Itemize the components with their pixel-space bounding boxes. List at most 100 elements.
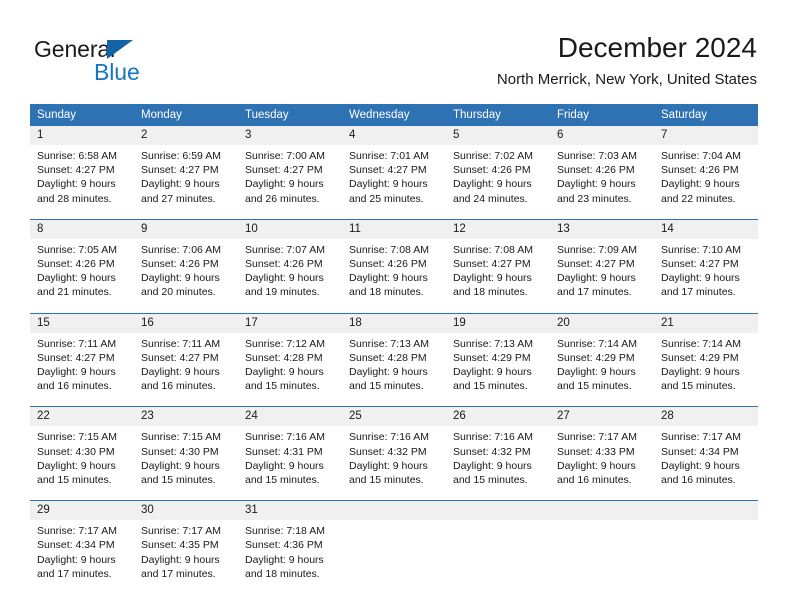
calendar-day-cell[interactable]: 14 Sunrise: 7:10 AM Sunset: 4:27 PM Dayligh… xyxy=(654,218,758,314)
calendar-day-cell[interactable]: 23 Sunrise: 7:15 AM Sunset: 4:30 PM Dayligh… xyxy=(134,406,238,501)
calendar-day-cell[interactable]: 4 Sunrise: 7:01 AM Sunset: 4:27 PM Daylight… xyxy=(342,126,446,219)
calendar-day-cell[interactable]: 25 Sunrise: 7:16 AM Sunset: 4:32 PM Dayligh… xyxy=(342,406,446,501)
day-number: 15 xyxy=(30,313,134,333)
daylight-duration-line1: Daylight: 9 hours xyxy=(141,553,220,566)
day-details: Sunrise: 7:18 AM Sunset: 4:36 PM Daylight:… xyxy=(238,520,342,595)
day-number: 14 xyxy=(654,219,758,239)
day-number: 22 xyxy=(30,407,134,427)
day-details: Sunrise: 7:05 AM Sunset: 4:26 PM Daylight:… xyxy=(30,238,134,313)
sunset-time: Sunset: 4:27 PM xyxy=(141,351,219,364)
daylight-duration-line2: and 15 minutes. xyxy=(141,474,216,487)
sunset-time: Sunset: 4:35 PM xyxy=(141,539,219,552)
calendar-day-cell[interactable]: 17 Sunrise: 7:12 AM Sunset: 4:28 PM Dayligh… xyxy=(238,312,342,407)
calendar-day-cell[interactable]: 7 Sunrise: 7:04 AM Sunset: 4:26 PM Daylight… xyxy=(654,126,758,219)
day-number: 26 xyxy=(446,407,550,427)
calendar-day-cell[interactable]: 12 Sunrise: 7:08 AM Sunset: 4:27 PM Dayligh… xyxy=(446,218,550,314)
calendar-day-cell[interactable]: 13 Sunrise: 7:09 AM Sunset: 4:27 PM Dayligh… xyxy=(550,218,654,314)
sunrise-time: Sunrise: 7:11 AM xyxy=(37,337,117,350)
daylight-duration-line2: and 15 minutes. xyxy=(557,380,632,393)
sunrise-time: Sunrise: 7:16 AM xyxy=(349,431,429,444)
calendar-day-cell-empty xyxy=(446,500,550,595)
sunset-time: Sunset: 4:27 PM xyxy=(37,351,115,364)
calendar-day-cell[interactable]: 28 Sunrise: 7:17 AM Sunset: 4:34 PM Dayligh… xyxy=(654,406,758,501)
calendar-day-cell[interactable]: 16 Sunrise: 7:11 AM Sunset: 4:27 PM Dayligh… xyxy=(134,312,238,407)
general-blue-logo[interactable]: General Blue xyxy=(34,36,204,86)
weekday-header-monday: Monday xyxy=(134,104,238,126)
sunset-time: Sunset: 4:27 PM xyxy=(37,164,115,177)
calendar-day-cell[interactable]: 30 Sunrise: 7:17 AM Sunset: 4:35 PM Dayligh… xyxy=(134,500,238,595)
sunrise-time: Sunrise: 6:59 AM xyxy=(141,150,221,162)
calendar-day-cell[interactable]: 27 Sunrise: 7:17 AM Sunset: 4:33 PM Dayligh… xyxy=(550,406,654,501)
sunrise-time: Sunrise: 7:07 AM xyxy=(245,243,325,256)
daylight-duration-line2: and 19 minutes. xyxy=(245,286,320,299)
sunrise-time: Sunrise: 6:58 AM xyxy=(37,150,117,162)
day-details: Sunrise: 7:10 AM Sunset: 4:27 PM Daylight:… xyxy=(654,238,758,313)
calendar-day-cell[interactable]: 29 Sunrise: 7:17 AM Sunset: 4:34 PM Dayligh… xyxy=(30,500,134,595)
calendar-day-cell[interactable]: 1 Sunrise: 6:58 AM Sunset: 4:27 PM Daylight… xyxy=(30,126,134,219)
daylight-duration-line2: and 15 minutes. xyxy=(245,474,320,487)
daylight-duration-line2: and 25 minutes. xyxy=(349,192,424,205)
weekday-header-sunday: Sunday xyxy=(30,104,134,126)
calendar-day-cell[interactable]: 10 Sunrise: 7:07 AM Sunset: 4:26 PM Dayligh… xyxy=(238,218,342,314)
calendar-day-cell[interactable]: 11 Sunrise: 7:08 AM Sunset: 4:26 PM Dayligh… xyxy=(342,218,446,314)
calendar-header-row: Sunday Monday Tuesday Wednesday Thursday Frid… xyxy=(30,104,758,126)
calendar-day-cell[interactable]: 31 Sunrise: 7:18 AM Sunset: 4:36 PM Dayligh… xyxy=(238,500,342,595)
day-details: Sunrise: 7:01 AM Sunset: 4:27 PM Daylight:… xyxy=(342,145,446,219)
day-details xyxy=(446,520,550,589)
sunset-time: Sunset: 4:31 PM xyxy=(245,445,323,458)
daylight-duration-line1: Daylight: 9 hours xyxy=(661,178,740,191)
day-number: 3 xyxy=(238,126,342,145)
sunrise-time: Sunrise: 7:18 AM xyxy=(245,525,325,538)
sunrise-time: Sunrise: 7:14 AM xyxy=(557,337,637,350)
day-details xyxy=(342,520,446,589)
daylight-duration-line2: and 16 minutes. xyxy=(141,380,216,393)
day-details: Sunrise: 7:07 AM Sunset: 4:26 PM Daylight:… xyxy=(238,238,342,313)
calendar-day-cell[interactable]: 20 Sunrise: 7:14 AM Sunset: 4:29 PM Dayligh… xyxy=(550,312,654,407)
sunset-time: Sunset: 4:27 PM xyxy=(245,164,323,177)
sunset-time: Sunset: 4:32 PM xyxy=(453,445,531,458)
calendar-day-cell[interactable]: 8 Sunrise: 7:05 AM Sunset: 4:26 PM Daylight… xyxy=(30,218,134,314)
sunrise-time: Sunrise: 7:09 AM xyxy=(557,243,637,256)
calendar-day-cell[interactable]: 3 Sunrise: 7:00 AM Sunset: 4:27 PM Daylight… xyxy=(238,126,342,219)
daylight-duration-line2: and 22 minutes. xyxy=(661,192,736,205)
daylight-duration-line2: and 21 minutes. xyxy=(37,286,112,299)
sunrise-time: Sunrise: 7:04 AM xyxy=(661,150,741,162)
calendar-day-cell[interactable]: 19 Sunrise: 7:13 AM Sunset: 4:29 PM Dayligh… xyxy=(446,312,550,407)
sunrise-time: Sunrise: 7:17 AM xyxy=(661,431,741,444)
calendar-week-row: 1 Sunrise: 6:58 AM Sunset: 4:27 PM Daylight… xyxy=(30,126,758,219)
sunrise-time: Sunrise: 7:08 AM xyxy=(453,243,533,256)
calendar-week-row: 15 Sunrise: 7:11 AM Sunset: 4:27 PM Dayligh… xyxy=(30,312,758,407)
day-details: Sunrise: 7:08 AM Sunset: 4:27 PM Daylight:… xyxy=(446,238,550,313)
daylight-duration-line2: and 20 minutes. xyxy=(141,286,216,299)
daylight-duration-line1: Daylight: 9 hours xyxy=(37,553,116,566)
calendar-day-cell[interactable]: 26 Sunrise: 7:16 AM Sunset: 4:32 PM Dayligh… xyxy=(446,406,550,501)
sunset-time: Sunset: 4:29 PM xyxy=(661,351,739,364)
day-details: Sunrise: 7:16 AM Sunset: 4:32 PM Daylight:… xyxy=(342,426,446,501)
day-number xyxy=(654,501,758,521)
calendar-day-cell[interactable]: 24 Sunrise: 7:16 AM Sunset: 4:31 PM Dayligh… xyxy=(238,406,342,501)
day-number: 5 xyxy=(446,126,550,145)
sunset-time: Sunset: 4:26 PM xyxy=(453,164,531,177)
calendar-day-cell[interactable]: 2 Sunrise: 6:59 AM Sunset: 4:27 PM Daylight… xyxy=(134,126,238,219)
calendar-day-cell[interactable]: 5 Sunrise: 7:02 AM Sunset: 4:26 PM Daylight… xyxy=(446,126,550,219)
calendar-day-cell-empty xyxy=(654,500,758,595)
calendar-day-cell[interactable]: 21 Sunrise: 7:14 AM Sunset: 4:29 PM Dayligh… xyxy=(654,312,758,407)
day-number: 24 xyxy=(238,407,342,427)
sunset-time: Sunset: 4:27 PM xyxy=(141,164,219,177)
calendar-day-cell[interactable]: 6 Sunrise: 7:03 AM Sunset: 4:26 PM Daylight… xyxy=(550,126,654,219)
calendar-day-cell[interactable]: 18 Sunrise: 7:13 AM Sunset: 4:28 PM Dayligh… xyxy=(342,312,446,407)
sunrise-time: Sunrise: 7:05 AM xyxy=(37,243,117,256)
day-details: Sunrise: 6:59 AM Sunset: 4:27 PM Daylight:… xyxy=(134,145,238,219)
weekday-header-wednesday: Wednesday xyxy=(342,104,446,126)
sunrise-time: Sunrise: 7:17 AM xyxy=(557,431,637,444)
sunrise-time: Sunrise: 7:16 AM xyxy=(453,431,533,444)
calendar-day-cell[interactable]: 15 Sunrise: 7:11 AM Sunset: 4:27 PM Dayligh… xyxy=(30,312,134,407)
day-details: Sunrise: 7:17 AM Sunset: 4:34 PM Daylight:… xyxy=(30,520,134,595)
daylight-duration-line1: Daylight: 9 hours xyxy=(141,366,220,379)
calendar-day-cell[interactable]: 22 Sunrise: 7:15 AM Sunset: 4:30 PM Dayligh… xyxy=(30,406,134,501)
day-number: 25 xyxy=(342,407,446,427)
daylight-duration-line1: Daylight: 9 hours xyxy=(245,366,324,379)
sunset-time: Sunset: 4:30 PM xyxy=(37,445,115,458)
sunrise-time: Sunrise: 7:03 AM xyxy=(557,150,637,162)
calendar-day-cell[interactable]: 9 Sunrise: 7:06 AM Sunset: 4:26 PM Daylight… xyxy=(134,218,238,314)
